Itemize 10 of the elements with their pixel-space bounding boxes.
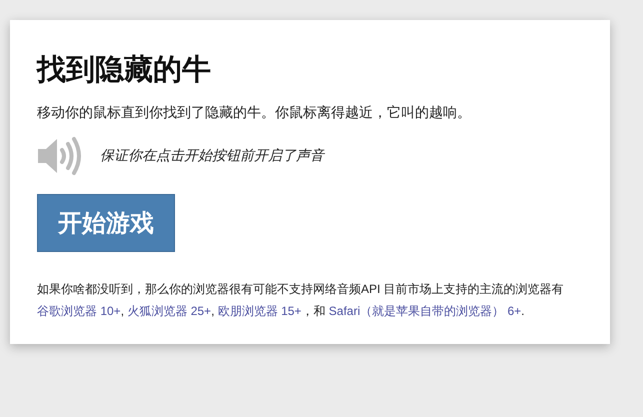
browser-link[interactable]: 欧朋浏览器 15+ bbox=[218, 304, 302, 318]
browser-link[interactable]: 火狐浏览器 25+ bbox=[127, 304, 212, 318]
speaker-icon bbox=[37, 136, 83, 176]
instructions-text: 移动你的鼠标直到你找到了隐藏的牛。你鼠标离得越近，它叫的越响。 bbox=[37, 104, 472, 122]
start-button[interactable]: 开始游戏 bbox=[37, 194, 175, 252]
browser-support-text: 如果你啥都没听到，那么你的浏览器很有可能不支持网络音频API 目前市场上支持的主流的浏览器有 谷歌浏览器 10+, 火狐浏览器 25+, 欧朋浏览器 15+，和 Safari（就是苹果自带的浏览器） 6+. bbox=[37, 281, 565, 320]
browser-link[interactable]: 谷歌浏览器 10+ bbox=[37, 304, 121, 318]
sound-note: 保证你在点击开始按钮前开启了声音 bbox=[100, 147, 324, 165]
browser-link[interactable]: Safari（就是苹果自带的浏览器） 6+ bbox=[328, 304, 522, 318]
page-title: 找到隐藏的牛 bbox=[37, 53, 212, 88]
